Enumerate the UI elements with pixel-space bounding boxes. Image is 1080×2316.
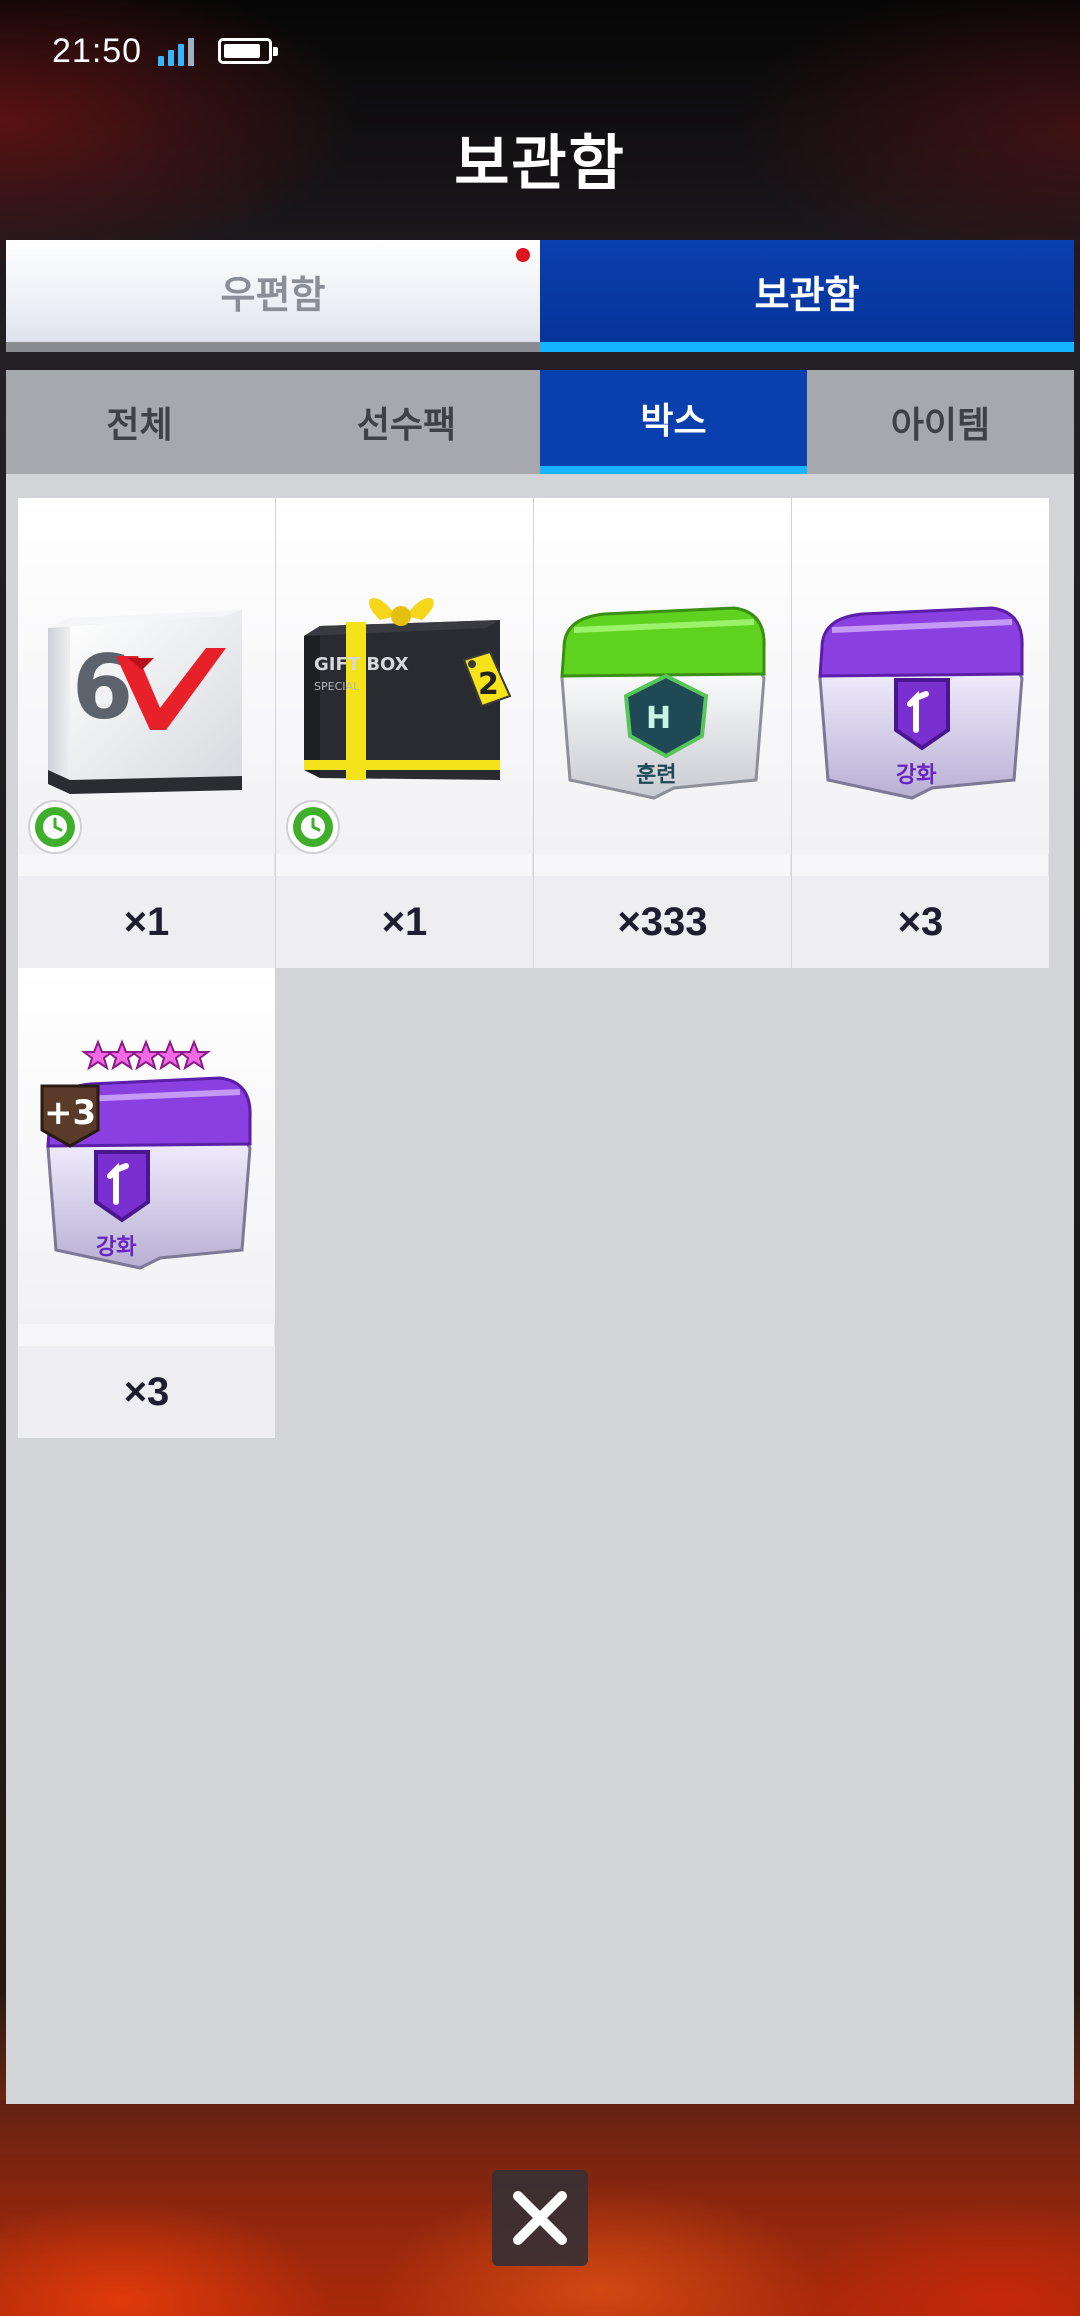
notification-dot bbox=[516, 248, 530, 262]
item-art: 6 bbox=[18, 498, 275, 854]
item-card[interactable]: 6 ×1 bbox=[18, 498, 275, 968]
item-art: GIFT BOX SPECIAL 2 bbox=[276, 498, 533, 854]
tab-box[interactable]: 박스 bbox=[540, 370, 807, 474]
timer-icon bbox=[28, 800, 82, 854]
tab-player-pack[interactable]: 선수팩 bbox=[273, 370, 540, 474]
page-title: 보관함 bbox=[454, 129, 626, 199]
svg-text:강화: 강화 bbox=[896, 763, 936, 788]
battery-icon bbox=[218, 38, 279, 64]
svg-text:6: 6 bbox=[72, 636, 133, 739]
tab-all-label: 전체 bbox=[106, 405, 173, 446]
tab-storage-label: 보관함 bbox=[754, 272, 860, 317]
item-art: 강화 +3 bbox=[18, 968, 275, 1324]
timer-icon bbox=[286, 800, 340, 854]
item-count: ×3 bbox=[18, 1346, 275, 1438]
item-count: ×1 bbox=[18, 876, 275, 968]
signal-icon bbox=[158, 36, 195, 66]
item-card[interactable]: 강화 ×3 bbox=[792, 498, 1049, 968]
item-card[interactable]: GIFT BOX SPECIAL 2 ×1 bbox=[276, 498, 533, 968]
tab-mailbox-label: 우편함 bbox=[220, 272, 326, 317]
enhance-plus3-chest-icon: 강화 +3 bbox=[40, 1039, 252, 1270]
item-art: H 훈련 bbox=[534, 498, 791, 854]
item-count: ×1 bbox=[276, 876, 533, 968]
svg-text:GIFT BOX: GIFT BOX bbox=[314, 654, 409, 675]
status-bar: 21:50 bbox=[52, 28, 279, 74]
svg-text:SPECIAL: SPECIAL bbox=[314, 680, 360, 693]
close-button[interactable] bbox=[492, 2170, 588, 2266]
item-count: ×333 bbox=[534, 876, 791, 968]
tab-item-label: 아이템 bbox=[890, 405, 991, 446]
training-chest-icon: H 훈련 bbox=[560, 606, 766, 800]
svg-text:강화: 강화 bbox=[96, 1235, 136, 1260]
main-tabs: 우편함 보관함 bbox=[6, 240, 1074, 352]
tab-all[interactable]: 전체 bbox=[6, 370, 273, 474]
item-count: ×3 bbox=[792, 876, 1049, 968]
item-card[interactable]: H 훈련 ×333 bbox=[534, 498, 791, 968]
item-card[interactable]: 강화 +3 ×3 bbox=[18, 968, 275, 1438]
tab-item[interactable]: 아이템 bbox=[807, 370, 1074, 474]
status-time: 21:50 bbox=[52, 31, 143, 70]
svg-text:훈련: 훈련 bbox=[636, 763, 676, 788]
close-icon bbox=[513, 2191, 567, 2245]
svg-text:2: 2 bbox=[478, 667, 499, 702]
star-rating bbox=[81, 1039, 211, 1071]
enhance-chest-icon: 강화 bbox=[818, 606, 1024, 800]
storage-panel: 전체 선수팩 박스 아이템 6 ×1 GIFT BOX SPECIAL 2 ×1… bbox=[6, 370, 1074, 2104]
tab-player-pack-label: 선수팩 bbox=[356, 405, 457, 446]
item-art: 강화 bbox=[792, 498, 1049, 854]
item-grid: 6 ×1 GIFT BOX SPECIAL 2 ×1 H 훈련 ×333 강화 … bbox=[18, 498, 1054, 1438]
tab-box-label: 박스 bbox=[640, 401, 707, 442]
tab-storage[interactable]: 보관함 bbox=[540, 240, 1074, 352]
category-tabs: 전체 선수팩 박스 아이템 bbox=[6, 370, 1074, 474]
svg-text:+3: +3 bbox=[44, 1093, 96, 1133]
svg-text:H: H bbox=[646, 701, 671, 736]
tab-mailbox[interactable]: 우편함 bbox=[6, 240, 540, 352]
